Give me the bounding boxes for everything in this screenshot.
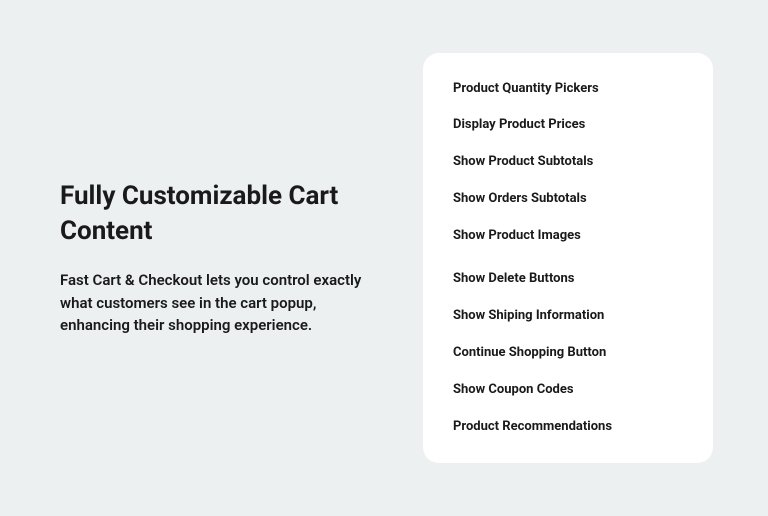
hero-text-section: Fully Customizable Cart Content Fast Car…	[60, 179, 363, 337]
feature-item: Show Product Subtotals	[453, 154, 683, 171]
feature-item: Show Product Images	[453, 228, 683, 245]
feature-item: Show Shiping Information	[453, 308, 683, 325]
hero-heading: Fully Customizable Cart Content	[60, 179, 363, 249]
feature-item: Product Recommendations	[453, 419, 683, 436]
feature-item: Product Quantity Pickers	[453, 81, 683, 98]
feature-item: Show Coupon Codes	[453, 382, 683, 399]
feature-item: Continue Shopping Button	[453, 345, 683, 362]
hero-description: Fast Cart & Checkout lets you control ex…	[60, 269, 363, 337]
feature-item: Display Product Prices	[453, 117, 683, 134]
feature-item: Show Orders Subtotals	[453, 191, 683, 208]
features-card: Product Quantity Pickers Display Product…	[423, 53, 713, 464]
feature-item: Show Delete Buttons	[453, 271, 683, 288]
